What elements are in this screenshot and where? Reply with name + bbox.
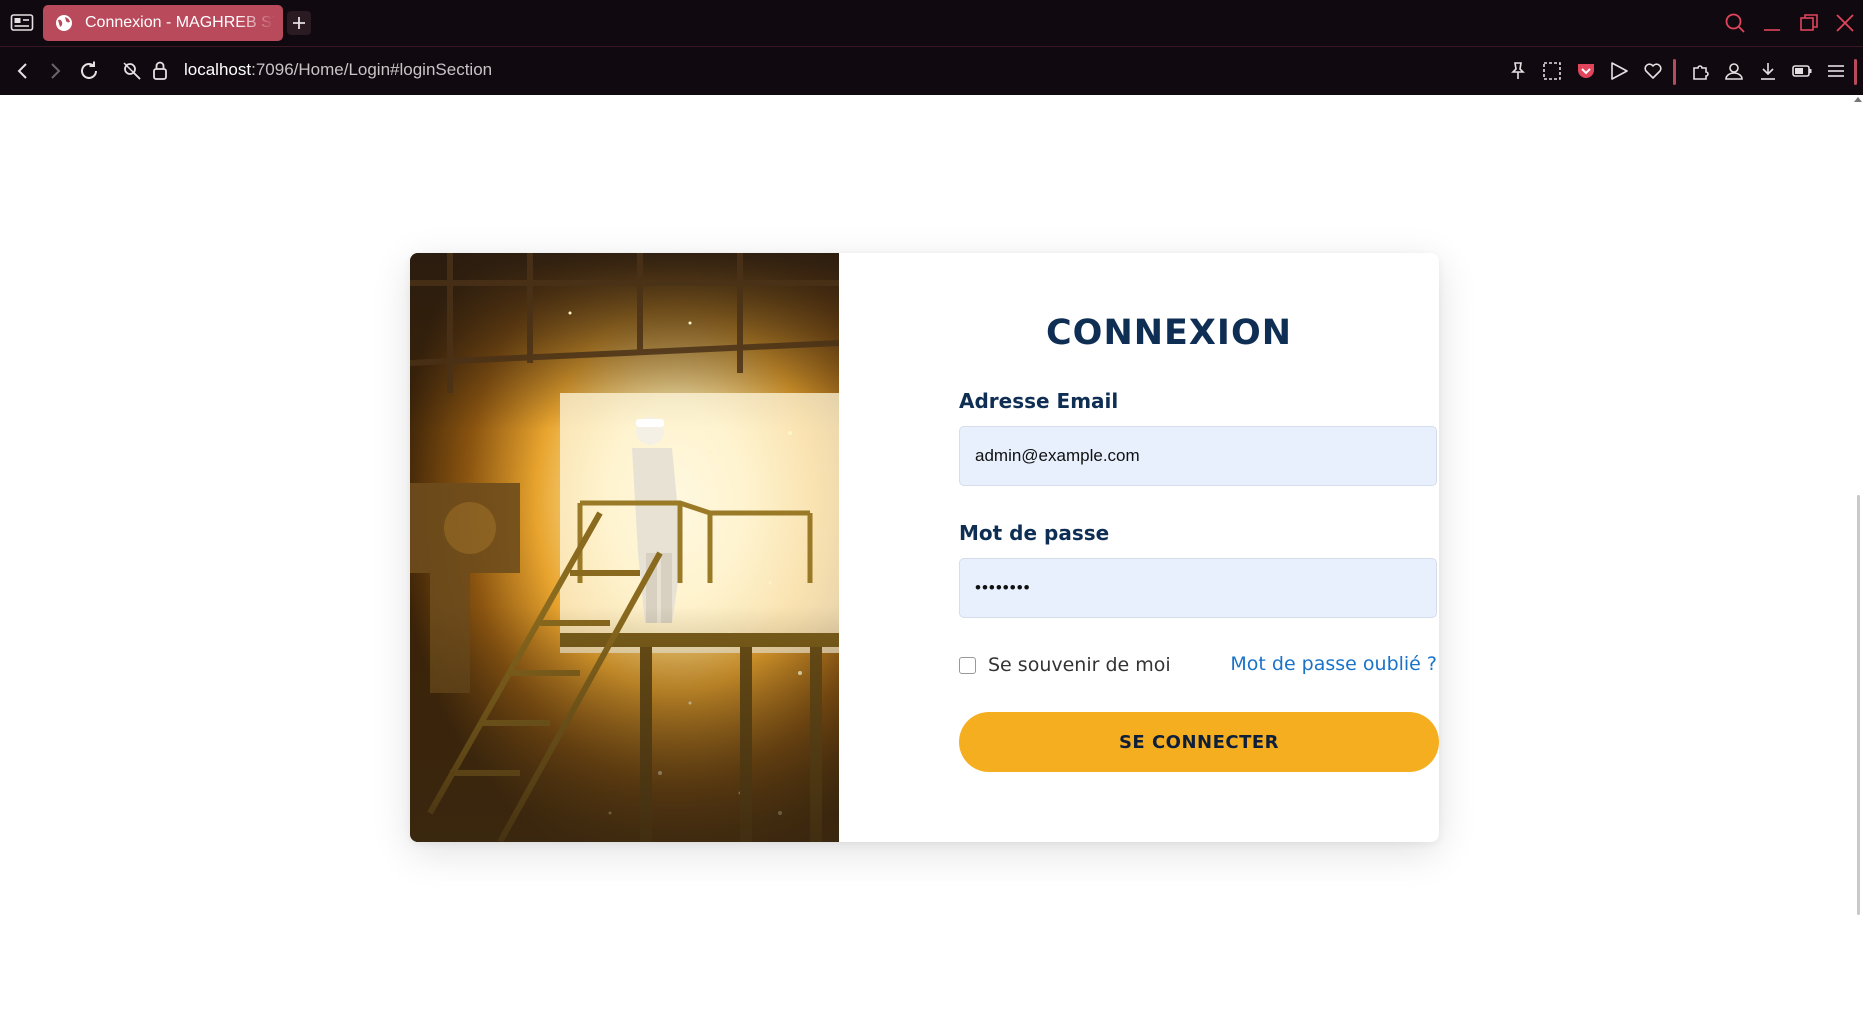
- download-icon[interactable]: [1757, 60, 1779, 82]
- tab-bar: Connexion - MAGHREB STEEL: [0, 0, 1863, 47]
- remember-me[interactable]: Se souvenir de moi: [959, 654, 1171, 676]
- lock-icon[interactable]: [148, 59, 172, 83]
- search-icon[interactable]: [1724, 12, 1746, 34]
- site-settings-icon[interactable]: [120, 59, 144, 83]
- screenshot-icon[interactable]: [1541, 60, 1563, 82]
- extensions-icon[interactable]: [1690, 60, 1712, 82]
- address-bar: localhost:7096/Home/Login#loginSection: [0, 47, 1863, 95]
- account-icon[interactable]: [1723, 60, 1745, 82]
- heart-icon[interactable]: [1642, 60, 1664, 82]
- toolbar-accent: [1854, 59, 1857, 85]
- scrollbar-thumb[interactable]: [1857, 495, 1860, 915]
- scroll-up-arrow-icon[interactable]: [1854, 97, 1862, 102]
- restore-icon[interactable]: [1798, 12, 1820, 34]
- menu-icon[interactable]: [1825, 60, 1847, 82]
- forgot-password-link[interactable]: Mot de passe oublié ?: [1217, 653, 1437, 675]
- close-icon[interactable]: [1834, 12, 1856, 34]
- steel-worker-photo: [410, 253, 839, 842]
- login-title: CONNEXION: [1046, 313, 1292, 353]
- url-field[interactable]: localhost:7096/Home/Login#loginSection: [184, 60, 492, 80]
- login-button[interactable]: SE CONNECTER: [959, 712, 1439, 772]
- login-card: CONNEXION Adresse Email Mot de passe Se …: [410, 253, 1439, 842]
- scrollbar[interactable]: [1854, 95, 1863, 1018]
- url-host: localhost: [184, 60, 252, 79]
- globe-icon: [56, 15, 72, 31]
- login-form: CONNEXION Adresse Email Mot de passe Se …: [899, 253, 1439, 842]
- new-tab-icon[interactable]: [287, 11, 311, 35]
- forward-icon[interactable]: [43, 59, 67, 83]
- send-icon[interactable]: [1608, 60, 1630, 82]
- battery-icon[interactable]: [1791, 60, 1813, 82]
- pocket-icon[interactable]: [1575, 60, 1597, 82]
- email-field[interactable]: [959, 426, 1437, 486]
- remember-me-label: Se souvenir de moi: [988, 654, 1171, 676]
- password-label: Mot de passe: [959, 521, 1110, 545]
- back-icon[interactable]: [11, 59, 35, 83]
- tab-title: Connexion - MAGHREB STEEL: [85, 14, 275, 31]
- password-field[interactable]: [959, 558, 1437, 618]
- pin-icon[interactable]: [1507, 60, 1529, 82]
- email-label: Adresse Email: [959, 389, 1119, 413]
- panel-toggle-icon[interactable]: [10, 12, 34, 34]
- toolbar-separator: [1673, 59, 1676, 85]
- minimize-icon[interactable]: [1761, 12, 1783, 34]
- url-path: :7096/Home/Login#loginSection: [251, 60, 493, 79]
- remember-me-checkbox[interactable]: [959, 656, 976, 674]
- reload-icon[interactable]: [77, 59, 101, 83]
- active-tab[interactable]: Connexion - MAGHREB STEEL: [43, 5, 283, 41]
